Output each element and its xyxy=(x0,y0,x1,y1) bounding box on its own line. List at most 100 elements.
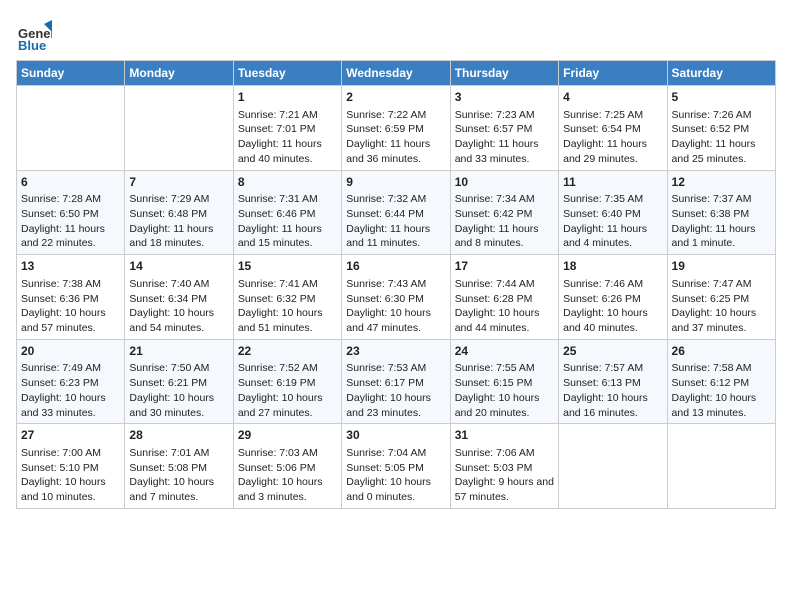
day-info: Daylight: 10 hours and 57 minutes. xyxy=(21,306,120,335)
page-header: General Blue xyxy=(16,16,776,52)
day-info: Daylight: 10 hours and 20 minutes. xyxy=(455,391,554,420)
calendar-body: 1Sunrise: 7:21 AMSunset: 7:01 PMDaylight… xyxy=(17,86,776,509)
calendar-cell: 8Sunrise: 7:31 AMSunset: 6:46 PMDaylight… xyxy=(233,170,341,255)
calendar-cell: 24Sunrise: 7:55 AMSunset: 6:15 PMDayligh… xyxy=(450,339,558,424)
col-header-sunday: Sunday xyxy=(17,61,125,86)
day-info: Sunrise: 7:01 AM xyxy=(129,446,228,461)
day-number: 18 xyxy=(563,258,662,275)
day-number: 25 xyxy=(563,343,662,360)
day-info: Sunset: 6:17 PM xyxy=(346,376,445,391)
day-info: Daylight: 11 hours and 18 minutes. xyxy=(129,222,228,251)
day-info: Daylight: 11 hours and 22 minutes. xyxy=(21,222,120,251)
day-number: 23 xyxy=(346,343,445,360)
calendar-cell: 9Sunrise: 7:32 AMSunset: 6:44 PMDaylight… xyxy=(342,170,450,255)
day-info: Sunset: 6:48 PM xyxy=(129,207,228,222)
day-info: Daylight: 10 hours and 3 minutes. xyxy=(238,475,337,504)
week-row-3: 13Sunrise: 7:38 AMSunset: 6:36 PMDayligh… xyxy=(17,255,776,340)
day-info: Daylight: 11 hours and 36 minutes. xyxy=(346,137,445,166)
day-info: Sunset: 5:08 PM xyxy=(129,461,228,476)
day-info: Sunrise: 7:53 AM xyxy=(346,361,445,376)
day-info: Daylight: 10 hours and 10 minutes. xyxy=(21,475,120,504)
day-info: Daylight: 10 hours and 47 minutes. xyxy=(346,306,445,335)
day-info: Sunrise: 7:31 AM xyxy=(238,192,337,207)
day-info: Sunrise: 7:00 AM xyxy=(21,446,120,461)
day-number: 30 xyxy=(346,427,445,444)
day-number: 24 xyxy=(455,343,554,360)
day-info: Sunrise: 7:23 AM xyxy=(455,108,554,123)
day-info: Sunset: 6:28 PM xyxy=(455,292,554,307)
day-info: Sunrise: 7:04 AM xyxy=(346,446,445,461)
day-number: 4 xyxy=(563,89,662,106)
day-info: Daylight: 10 hours and 51 minutes. xyxy=(238,306,337,335)
day-number: 21 xyxy=(129,343,228,360)
day-info: Daylight: 10 hours and 30 minutes. xyxy=(129,391,228,420)
logo: General Blue xyxy=(16,16,56,52)
day-number: 2 xyxy=(346,89,445,106)
calendar-table: SundayMondayTuesdayWednesdayThursdayFrid… xyxy=(16,60,776,509)
logo-icon: General Blue xyxy=(16,16,52,52)
calendar-cell: 29Sunrise: 7:03 AMSunset: 5:06 PMDayligh… xyxy=(233,424,341,509)
day-number: 7 xyxy=(129,174,228,191)
day-info: Sunset: 6:40 PM xyxy=(563,207,662,222)
day-info: Sunset: 6:30 PM xyxy=(346,292,445,307)
day-info: Sunrise: 7:25 AM xyxy=(563,108,662,123)
day-info: Sunrise: 7:44 AM xyxy=(455,277,554,292)
calendar-cell: 10Sunrise: 7:34 AMSunset: 6:42 PMDayligh… xyxy=(450,170,558,255)
calendar-cell: 30Sunrise: 7:04 AMSunset: 5:05 PMDayligh… xyxy=(342,424,450,509)
calendar-cell: 20Sunrise: 7:49 AMSunset: 6:23 PMDayligh… xyxy=(17,339,125,424)
calendar-cell: 25Sunrise: 7:57 AMSunset: 6:13 PMDayligh… xyxy=(559,339,667,424)
day-info: Sunrise: 7:43 AM xyxy=(346,277,445,292)
day-info: Sunset: 6:26 PM xyxy=(563,292,662,307)
calendar-cell: 19Sunrise: 7:47 AMSunset: 6:25 PMDayligh… xyxy=(667,255,775,340)
calendar-cell: 11Sunrise: 7:35 AMSunset: 6:40 PMDayligh… xyxy=(559,170,667,255)
day-info: Sunset: 6:19 PM xyxy=(238,376,337,391)
day-info: Sunrise: 7:28 AM xyxy=(21,192,120,207)
day-info: Sunrise: 7:52 AM xyxy=(238,361,337,376)
day-number: 26 xyxy=(672,343,771,360)
day-info: Sunrise: 7:49 AM xyxy=(21,361,120,376)
week-row-5: 27Sunrise: 7:00 AMSunset: 5:10 PMDayligh… xyxy=(17,424,776,509)
day-info: Daylight: 9 hours and 57 minutes. xyxy=(455,475,554,504)
week-row-4: 20Sunrise: 7:49 AMSunset: 6:23 PMDayligh… xyxy=(17,339,776,424)
day-info: Daylight: 11 hours and 11 minutes. xyxy=(346,222,445,251)
day-number: 6 xyxy=(21,174,120,191)
day-number: 3 xyxy=(455,89,554,106)
day-info: Sunset: 6:57 PM xyxy=(455,122,554,137)
day-info: Sunset: 6:59 PM xyxy=(346,122,445,137)
day-info: Daylight: 11 hours and 40 minutes. xyxy=(238,137,337,166)
col-header-monday: Monday xyxy=(125,61,233,86)
day-number: 16 xyxy=(346,258,445,275)
day-number: 20 xyxy=(21,343,120,360)
day-info: Sunset: 6:36 PM xyxy=(21,292,120,307)
week-row-2: 6Sunrise: 7:28 AMSunset: 6:50 PMDaylight… xyxy=(17,170,776,255)
day-info: Sunrise: 7:46 AM xyxy=(563,277,662,292)
day-info: Sunset: 6:54 PM xyxy=(563,122,662,137)
calendar-cell: 12Sunrise: 7:37 AMSunset: 6:38 PMDayligh… xyxy=(667,170,775,255)
day-info: Sunset: 6:52 PM xyxy=(672,122,771,137)
day-info: Daylight: 10 hours and 33 minutes. xyxy=(21,391,120,420)
day-info: Daylight: 11 hours and 33 minutes. xyxy=(455,137,554,166)
day-number: 10 xyxy=(455,174,554,191)
day-info: Daylight: 10 hours and 0 minutes. xyxy=(346,475,445,504)
day-info: Sunset: 6:38 PM xyxy=(672,207,771,222)
day-info: Sunrise: 7:06 AM xyxy=(455,446,554,461)
day-number: 11 xyxy=(563,174,662,191)
calendar-cell: 6Sunrise: 7:28 AMSunset: 6:50 PMDaylight… xyxy=(17,170,125,255)
day-info: Daylight: 11 hours and 25 minutes. xyxy=(672,137,771,166)
day-info: Sunrise: 7:41 AM xyxy=(238,277,337,292)
calendar-cell: 13Sunrise: 7:38 AMSunset: 6:36 PMDayligh… xyxy=(17,255,125,340)
day-number: 31 xyxy=(455,427,554,444)
day-info: Daylight: 10 hours and 54 minutes. xyxy=(129,306,228,335)
day-number: 29 xyxy=(238,427,337,444)
day-number: 22 xyxy=(238,343,337,360)
column-header-row: SundayMondayTuesdayWednesdayThursdayFrid… xyxy=(17,61,776,86)
calendar-cell: 23Sunrise: 7:53 AMSunset: 6:17 PMDayligh… xyxy=(342,339,450,424)
calendar-cell: 2Sunrise: 7:22 AMSunset: 6:59 PMDaylight… xyxy=(342,86,450,171)
day-number: 12 xyxy=(672,174,771,191)
day-info: Sunrise: 7:03 AM xyxy=(238,446,337,461)
calendar-cell xyxy=(559,424,667,509)
calendar-cell: 27Sunrise: 7:00 AMSunset: 5:10 PMDayligh… xyxy=(17,424,125,509)
day-info: Sunset: 6:46 PM xyxy=(238,207,337,222)
day-number: 9 xyxy=(346,174,445,191)
day-info: Sunrise: 7:57 AM xyxy=(563,361,662,376)
